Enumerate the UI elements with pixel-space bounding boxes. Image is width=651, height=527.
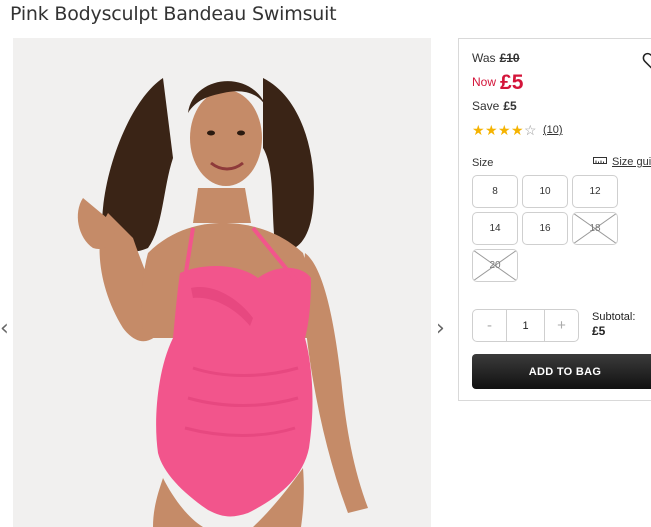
quantity-stepper: - 1 + [472,309,579,342]
page-title: Pink Bodysculpt Bandeau Swimsuit [10,3,337,25]
save-amount-value: £5 [503,99,517,113]
size-option-label: 14 [489,223,501,234]
size-option-10[interactable]: 10 [522,175,568,208]
subtotal-value: £5 [592,324,606,338]
size-option-8[interactable]: 8 [472,175,518,208]
chevron-left-icon[interactable]: ‹ [0,316,9,341]
star-filled-icon: ★ [485,122,498,138]
size-option-label: 16 [539,223,551,234]
add-to-bag-button[interactable]: ADD TO BAG [472,354,651,389]
product-image[interactable] [13,38,431,527]
now-label: Now [472,75,497,89]
quantity-decrease-button[interactable]: - [473,310,506,341]
star-rating: ★★★★☆ (10) [472,122,563,138]
size-option-20: 20 [472,249,518,282]
size-option-label: 20 [489,260,501,271]
review-count-link[interactable]: (10) [543,124,563,136]
size-guide-link[interactable]: Size gui [593,156,651,168]
size-options: 8 10 12 14 16 18 20 [472,175,620,282]
model-photo [13,38,431,527]
size-option-12[interactable]: 12 [572,175,618,208]
was-label: Was [472,51,496,65]
size-option-label: 10 [539,186,551,197]
size-label: Size [472,157,494,169]
ruler-icon [593,156,607,168]
heart-icon[interactable] [642,51,651,71]
subtotal-label: Subtotal: [592,311,636,323]
now-price: Now £5 [472,71,523,95]
size-option-label: 12 [589,186,601,197]
stars: ★★★★☆ [472,122,537,138]
star-filled-icon: ★ [498,122,511,138]
was-price-value: £10 [499,51,520,65]
was-price: Was £10 [472,51,520,65]
purchase-panel: Was £10 Now £5 Save £5 ★★★★☆ (10) Size Size… [458,38,651,401]
size-option-label: 18 [589,223,601,234]
star-empty-icon: ☆ [524,122,537,138]
size-option-14[interactable]: 14 [472,212,518,245]
subtotal: Subtotal: £5 [592,310,635,338]
size-option-18: 18 [572,212,618,245]
star-filled-icon: ★ [511,122,524,138]
chevron-right-icon[interactable]: › [436,316,445,341]
size-option-16[interactable]: 16 [522,212,568,245]
size-option-label: 8 [492,186,498,197]
quantity-input[interactable]: 1 [506,310,545,341]
save-amount: Save £5 [472,99,517,113]
save-label: Save [472,99,500,113]
size-guide-label: Size gui [612,156,651,168]
now-price-value: £5 [500,71,524,94]
star-filled-icon: ★ [472,122,485,138]
quantity-increase-button[interactable]: + [545,310,578,341]
